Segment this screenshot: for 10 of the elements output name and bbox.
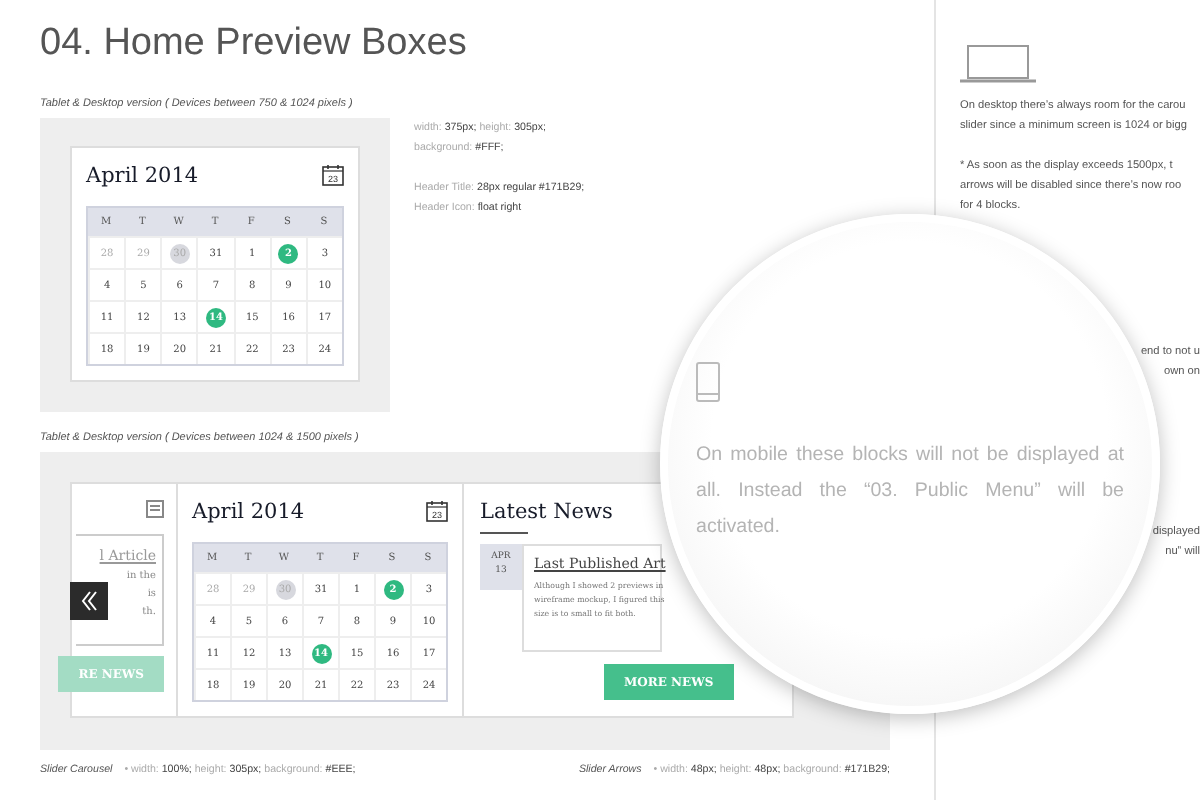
newspaper-icon xyxy=(146,500,164,518)
calendar-month: April 2014 xyxy=(192,500,305,524)
calendar-month: April 2014 xyxy=(86,164,199,188)
news-heading: Latest News xyxy=(480,500,613,524)
chevron-left-icon xyxy=(80,590,98,612)
mobile-note: On mobile these blocks will not be displayed at all. Instead the “03. Public Menu” will be activated. xyxy=(696,442,1124,542)
laptop-icon xyxy=(960,44,1036,84)
slider-arrow-button[interactable] xyxy=(70,582,108,620)
phone-icon xyxy=(696,362,720,402)
page-title: 04. Home Preview Boxes xyxy=(40,22,469,68)
